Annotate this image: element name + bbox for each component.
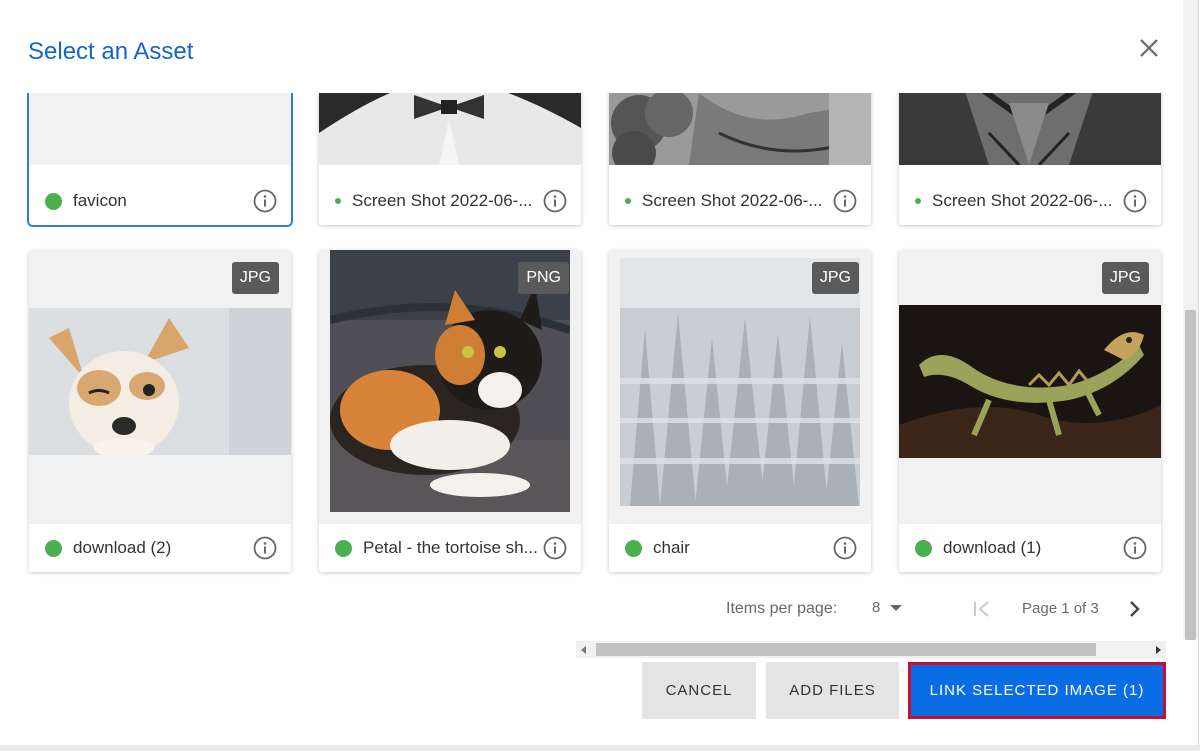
status-dot <box>625 539 642 557</box>
jacket-photo <box>899 93 1161 165</box>
vertical-scrollbar-thumb[interactable] <box>1185 310 1196 640</box>
asset-name: Petal - the tortoise sh... <box>363 538 538 557</box>
snowy-forest-photo <box>620 258 860 506</box>
curly-hair-photo <box>609 93 871 165</box>
asset-grid: favicon Screen Shot 2022-06-... Screen S… <box>0 93 1182 590</box>
asset-card-screenshot-1[interactable]: Screen Shot 2022-06-... <box>319 93 581 225</box>
asset-name: Screen Shot 2022-06-... <box>642 191 823 210</box>
asset-card-footer: download (2) <box>29 524 291 572</box>
file-type-badge: JPG <box>1101 262 1149 294</box>
status-dot <box>335 539 352 557</box>
asset-name: Screen Shot 2022-06-... <box>932 191 1113 210</box>
asset-card-chair[interactable]: JPG chair <box>609 250 871 572</box>
status-dot <box>625 198 631 204</box>
chihuahua-photo <box>29 308 291 455</box>
select-asset-dialog: Select an Asset favicon Screen Shot 2022… <box>0 0 1199 745</box>
info-icon[interactable] <box>543 189 567 213</box>
asset-card-download-1[interactable]: JPG download (1) <box>899 250 1161 572</box>
asset-thumbnail: JPG <box>609 250 871 524</box>
horizontal-scrollbar-thumb[interactable] <box>596 643 1096 656</box>
scroll-left-arrow-icon[interactable] <box>581 646 586 654</box>
close-icon <box>1140 39 1158 57</box>
status-dot <box>335 198 341 204</box>
asset-thumbnail <box>899 93 1161 165</box>
status-dot <box>915 198 921 204</box>
asset-card-footer: chair <box>609 524 871 572</box>
asset-card-petal[interactable]: PNG Petal - the tortoise sh... <box>319 250 581 572</box>
page-info: Page 1 of 3 <box>1022 600 1099 617</box>
cancel-button[interactable]: CANCEL <box>642 662 756 719</box>
info-icon[interactable] <box>1123 536 1147 560</box>
paginator: Items per page: 8 Page 1 of 3 <box>0 590 1182 630</box>
asset-card-footer: Petal - the tortoise sh... <box>319 524 581 572</box>
asset-name: download (2) <box>73 538 172 557</box>
info-icon[interactable] <box>833 536 857 560</box>
link-selected-image-button[interactable]: LINK SELECTED IMAGE (1) <box>908 662 1166 719</box>
asset-card-download-2[interactable]: JPG download (2) <box>29 250 291 572</box>
asset-name: download (1) <box>943 538 1042 557</box>
asset-thumbnail <box>609 93 871 165</box>
background-page <box>0 745 1200 751</box>
close-button[interactable] <box>1134 33 1164 63</box>
asset-thumbnail: JPG <box>899 250 1161 524</box>
asset-card-footer: Screen Shot 2022-06-... <box>899 177 1161 225</box>
asset-card-screenshot-3[interactable]: Screen Shot 2022-06-... <box>899 93 1161 225</box>
asset-card-footer: Screen Shot 2022-06-... <box>319 177 581 225</box>
asset-card-footer: Screen Shot 2022-06-... <box>609 177 871 225</box>
asset-thumbnail <box>29 93 291 165</box>
asset-thumbnail: PNG <box>319 250 581 524</box>
asset-thumbnail <box>319 93 581 165</box>
asset-card-favicon[interactable]: favicon <box>29 93 291 225</box>
status-dot <box>45 192 62 210</box>
asset-name: favicon <box>73 191 127 210</box>
file-type-badge: JPG <box>811 262 859 294</box>
next-page-icon[interactable] <box>1124 599 1144 619</box>
first-page-icon <box>974 601 989 617</box>
status-dot <box>45 539 62 557</box>
asset-thumbnail: JPG <box>29 250 291 524</box>
lizard-photo <box>899 305 1161 458</box>
info-icon[interactable] <box>253 189 277 213</box>
info-icon[interactable] <box>253 536 277 560</box>
asset-card-footer: favicon <box>29 177 291 225</box>
scroll-right-arrow-icon[interactable] <box>1156 646 1161 654</box>
dropdown-caret-icon[interactable] <box>890 605 902 611</box>
info-icon[interactable] <box>1123 189 1147 213</box>
items-per-page-label: Items per page: <box>726 600 838 617</box>
asset-name: Screen Shot 2022-06-... <box>352 191 533 210</box>
file-type-badge: JPG <box>231 262 279 294</box>
asset-name: chair <box>653 538 690 557</box>
items-per-page-select[interactable]: 8 <box>872 599 880 616</box>
dialog-title: Select an Asset <box>28 38 194 65</box>
add-files-button[interactable]: ADD FILES <box>766 662 899 719</box>
suit-bowtie-photo <box>319 93 581 165</box>
asset-card-screenshot-2[interactable]: Screen Shot 2022-06-... <box>609 93 871 225</box>
info-icon[interactable] <box>833 189 857 213</box>
asset-card-footer: download (1) <box>899 524 1161 572</box>
vertical-scrollbar[interactable] <box>1183 0 1198 640</box>
status-dot <box>915 539 932 557</box>
horizontal-scrollbar[interactable] <box>576 641 1166 658</box>
file-type-badge: PNG <box>518 262 569 294</box>
info-icon[interactable] <box>543 536 567 560</box>
